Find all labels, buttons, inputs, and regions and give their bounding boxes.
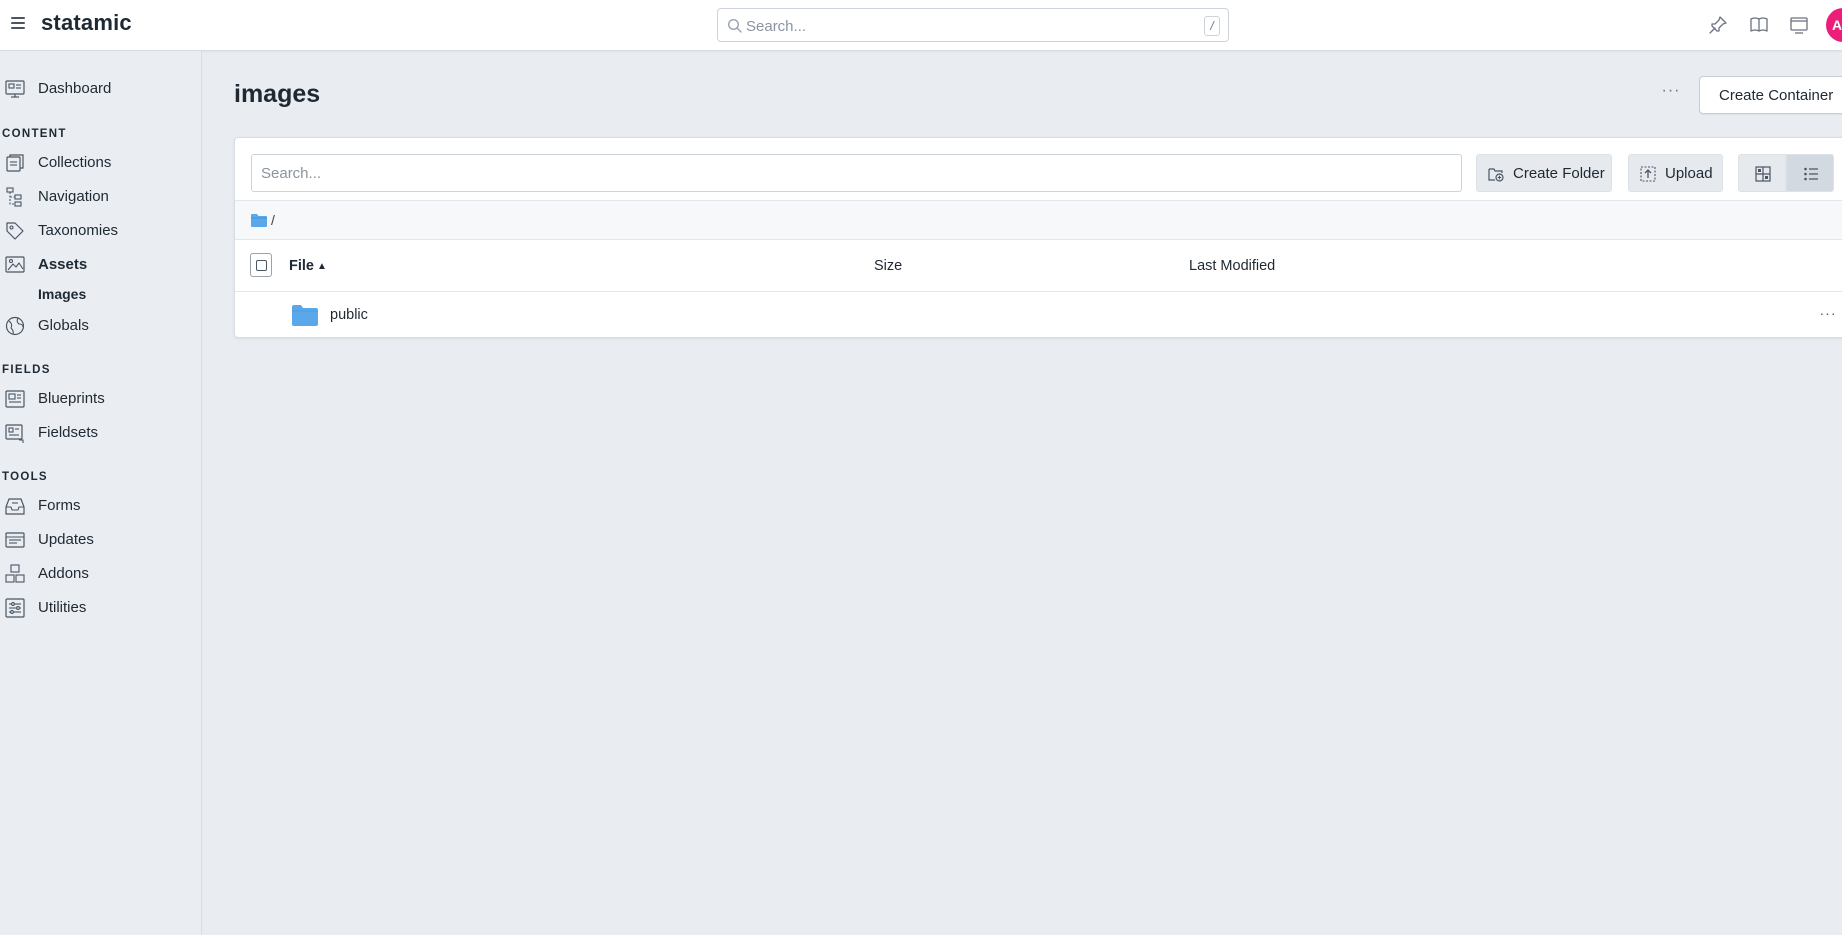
forms-inbox-icon [5,498,25,515]
globe-icon [5,316,25,336]
assets-image-icon [5,256,25,273]
addons-boxes-icon [5,564,25,583]
folder-icon [292,305,318,326]
sidebar-item-forms[interactable]: Forms [0,493,200,519]
user-avatar[interactable]: A [1826,8,1842,42]
sidebar-item-label: Utilities [38,599,87,616]
search-icon [727,18,742,33]
sidebar-item-assets[interactable]: Assets [0,252,200,278]
dashboard-icon [5,80,25,98]
sidebar-item-label: Addons [38,565,89,582]
navigation-sitemap-icon [6,187,22,207]
list-view-icon [1804,167,1818,181]
sidebar-item-label: Dashboard [38,80,112,97]
sidebar-item-label: Navigation [38,188,109,205]
sidebar-subitem-images[interactable]: Images [38,286,86,302]
upload-icon [1640,166,1656,182]
breadcrumb-path[interactable]: / [271,212,275,228]
sidebar-item-label: Fieldsets [38,424,99,441]
create-container-button[interactable]: Create Container [1699,76,1842,114]
sidebar: Dashboard CONTENT Collections Navigation… [0,51,202,935]
sidebar-item-label: Blueprints [38,390,105,407]
grid-view-toggle[interactable] [1738,154,1786,192]
sidebar-item-addons[interactable]: Addons [0,561,200,587]
sidebar-item-label: Forms [38,497,81,514]
sidebar-item-label: Taxonomies [38,222,119,239]
sidebar-item-taxonomies[interactable]: Taxonomies [0,218,200,244]
sidebar-item-collections[interactable]: Collections [0,150,200,176]
create-folder-label: Create Folder [1513,165,1605,182]
sidebar-item-globals[interactable]: Globals [0,313,200,339]
row-actions-button[interactable]: ··· [1815,304,1841,324]
sidebar-item-dashboard[interactable]: Dashboard [0,76,200,102]
sort-ascending-icon: ▲ [316,261,327,272]
section-heading-tools: TOOLS [2,471,48,483]
folder-icon[interactable] [251,213,267,227]
grid-view-icon [1755,166,1771,182]
upload-button[interactable]: Upload [1628,154,1723,192]
global-search[interactable]: / [717,8,1229,42]
table-header: File ▲ Size Last Modified [235,240,1842,292]
create-folder-button[interactable]: Create Folder [1476,154,1612,192]
more-actions-button[interactable]: ··· [1658,82,1684,104]
column-header-file[interactable]: File ▲ [289,258,327,274]
folder-add-icon [1488,168,1504,182]
sidebar-item-label: Updates [38,531,94,548]
global-search-input[interactable] [746,15,1186,37]
page-title: images [234,80,321,108]
column-header-file-label: File [289,258,314,274]
table-row[interactable]: public ··· [235,292,1842,337]
app-logo[interactable]: statamic [41,10,132,36]
select-all-checkbox[interactable] [250,253,272,277]
sidebar-item-blueprints[interactable]: Blueprints [0,386,200,412]
asset-search-input[interactable] [251,154,1462,192]
pin-icon[interactable] [1707,14,1729,36]
utilities-sliders-icon [5,598,25,618]
tag-icon [6,222,24,240]
fieldsets-icon [5,424,24,443]
asset-browser: Create Folder Upload [234,137,1842,338]
top-bar: statamic / A [0,0,1842,51]
menu-toggle-icon[interactable] [11,17,25,29]
sidebar-item-label: Collections [38,154,112,171]
sidebar-item-updates[interactable]: Updates [0,527,200,553]
row-file-name[interactable]: public [330,307,368,323]
breadcrumb: / [235,200,1842,240]
search-shortcut-hint: / [1204,16,1220,36]
sidebar-item-navigation[interactable]: Navigation [0,184,200,210]
blueprint-icon [5,390,25,408]
section-heading-content: CONTENT [2,128,67,140]
collections-icon [6,154,24,172]
docs-book-icon[interactable] [1748,14,1770,36]
column-header-size[interactable]: Size [874,258,902,274]
updates-icon [5,532,25,548]
sidebar-item-fieldsets[interactable]: Fieldsets [0,420,200,446]
upload-label: Upload [1665,165,1713,182]
sidebar-item-label: Globals [38,317,89,334]
sidebar-item-utilities[interactable]: Utilities [0,595,200,621]
list-view-toggle[interactable] [1786,154,1834,192]
column-header-last-modified[interactable]: Last Modified [1189,258,1275,274]
section-heading-fields: FIELDS [2,364,51,376]
sidebar-item-label: Assets [38,256,88,273]
view-site-icon[interactable] [1788,14,1810,36]
